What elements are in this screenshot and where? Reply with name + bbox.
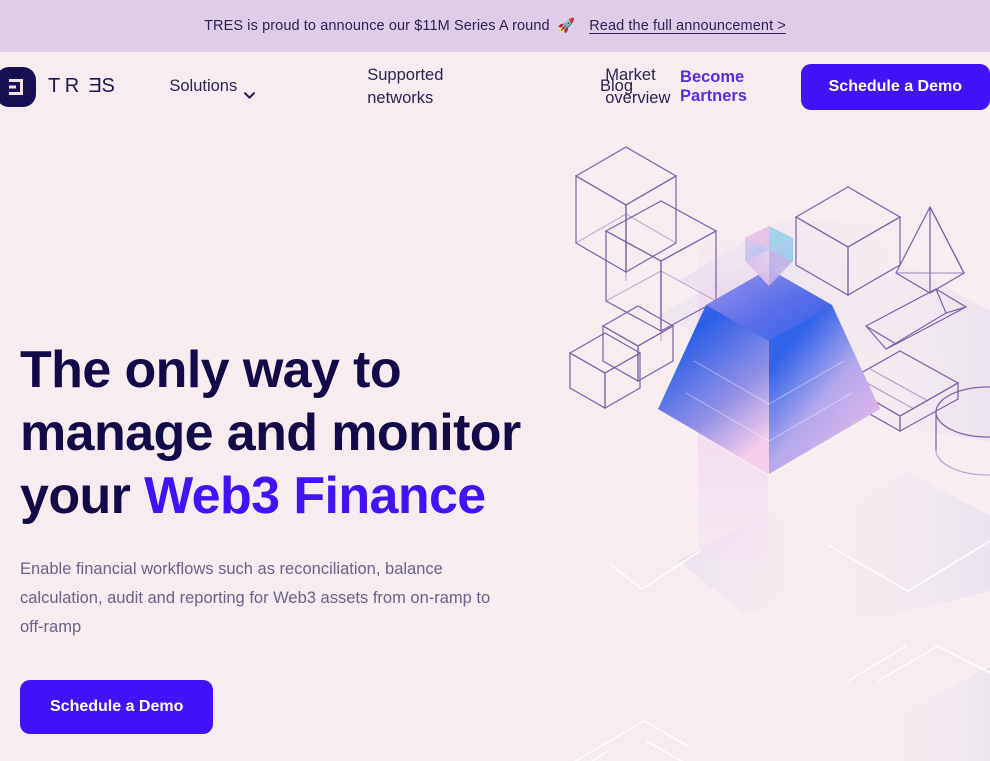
hero-subtitle: Enable financial workflows such as recon…	[20, 560, 491, 636]
nav-item-become-partners[interactable]: Become Partners	[680, 68, 753, 106]
hero-title-line-2: manage and monitor	[20, 404, 521, 462]
brand-word-part-3: S	[101, 75, 120, 97]
hero-copy: The only way to manage and monitor your …	[20, 339, 540, 734]
nav-item-solutions[interactable]: Solutions	[169, 75, 256, 99]
brand-wordmark: TR E S	[48, 75, 119, 98]
page-title: The only way to manage and monitor your …	[20, 339, 540, 528]
hero-schedule-demo-button[interactable]: Schedule a Demo	[20, 680, 214, 734]
isometric-illustration-svg	[568, 146, 990, 761]
navbar: TR E S Solutions Supported networks Market…	[0, 52, 990, 121]
announcement-link[interactable]: Read the full announcement >	[589, 18, 786, 34]
brand-word-part-2: E	[83, 75, 102, 97]
nav-item-solutions-label: Solutions	[169, 77, 238, 95]
rocket-icon: 🚀	[557, 17, 576, 33]
announcement-text: TRES is proud to announce our $11M Serie…	[204, 18, 550, 34]
nav-item-blog[interactable]: Blog	[600, 77, 633, 96]
hero-section: The only way to manage and monitor your …	[0, 121, 990, 761]
nav-right-group: Blog Become Partners Schedule a Demo	[600, 52, 990, 121]
wireframe-cube-cluster	[568, 305, 675, 410]
nav-item-supported-networks[interactable]: Supported networks	[367, 64, 475, 110]
brand-word-part-1: TR	[48, 75, 84, 97]
hero-title-line-1: The only way to	[20, 341, 402, 399]
hero-title-line-3-plain: your	[20, 467, 145, 525]
brand-mark-icon	[0, 66, 36, 107]
logo-glyph-icon	[9, 78, 23, 95]
brand-logo[interactable]: TR E S	[0, 66, 119, 107]
announcement-banner: TRES is proud to announce our $11M Serie…	[0, 0, 990, 52]
nav-schedule-demo-button[interactable]: Schedule a Demo	[800, 63, 990, 110]
chevron-down-icon	[244, 83, 256, 99]
hero-illustration	[548, 121, 990, 761]
hero-title-accent: Web3 Finance	[144, 467, 486, 525]
